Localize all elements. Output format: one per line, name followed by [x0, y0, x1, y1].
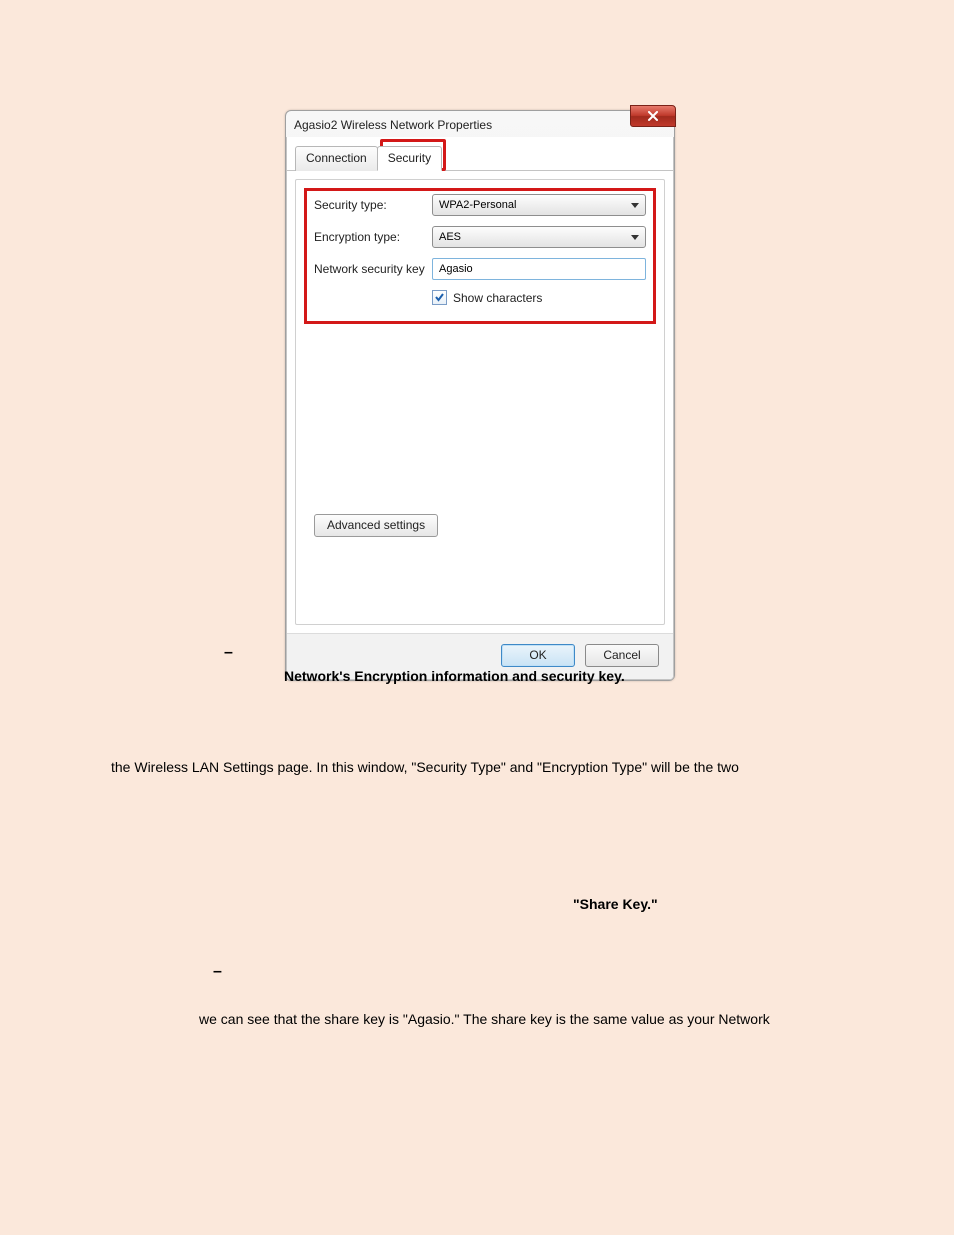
dialog-tabs: Connection Security: [287, 137, 673, 171]
dialog-titlebar[interactable]: Agasio2 Wireless Network Properties: [286, 111, 674, 137]
dash-marker: –: [224, 644, 233, 662]
cancel-label: Cancel: [603, 648, 640, 662]
security-type-value: WPA2-Personal: [439, 199, 516, 211]
show-characters-label: Show characters: [453, 291, 542, 305]
tab-connection[interactable]: Connection: [295, 146, 378, 171]
advanced-settings-button[interactable]: Advanced settings: [314, 514, 438, 537]
body-line-2: we can see that the share key is "Agasio…: [199, 1011, 770, 1027]
close-button[interactable]: [630, 105, 676, 127]
security-type-label: Security type:: [314, 198, 432, 212]
encryption-type-label: Encryption type:: [314, 230, 432, 244]
share-key-text: "Share Key.": [573, 896, 658, 912]
ok-label: OK: [529, 648, 546, 662]
dash-marker-2: –: [213, 963, 222, 981]
caption-text: Network's Encryption information and sec…: [284, 668, 625, 684]
show-characters-checkbox[interactable]: [432, 290, 447, 305]
network-key-label: Network security key: [314, 262, 432, 276]
check-icon: [434, 292, 445, 303]
wireless-properties-dialog: Agasio2 Wireless Network Properties Conn…: [285, 110, 675, 681]
network-key-input[interactable]: [432, 258, 646, 280]
security-tab-panel: Security type: WPA2-Personal Encryption …: [295, 179, 665, 625]
encryption-type-value: AES: [439, 231, 461, 243]
cancel-button[interactable]: Cancel: [585, 644, 659, 667]
encryption-type-select[interactable]: AES: [432, 226, 646, 248]
ok-button[interactable]: OK: [501, 644, 575, 667]
tab-label: Security: [388, 151, 431, 165]
network-key-row: Network security key: [314, 258, 646, 280]
tab-security[interactable]: Security: [377, 146, 442, 171]
security-type-select[interactable]: WPA2-Personal: [432, 194, 646, 216]
security-type-row: Security type: WPA2-Personal: [314, 194, 646, 216]
encryption-type-row: Encryption type: AES: [314, 226, 646, 248]
body-line-1: the Wireless LAN Settings page. In this …: [111, 759, 739, 775]
tab-label: Connection: [306, 151, 367, 165]
dialog-title: Agasio2 Wireless Network Properties: [294, 118, 492, 132]
advanced-settings-label: Advanced settings: [327, 518, 425, 532]
show-characters-row: Show characters: [432, 290, 646, 305]
close-icon: [647, 111, 659, 121]
dialog-client-area: Connection Security Security type: WPA2-…: [286, 137, 674, 680]
